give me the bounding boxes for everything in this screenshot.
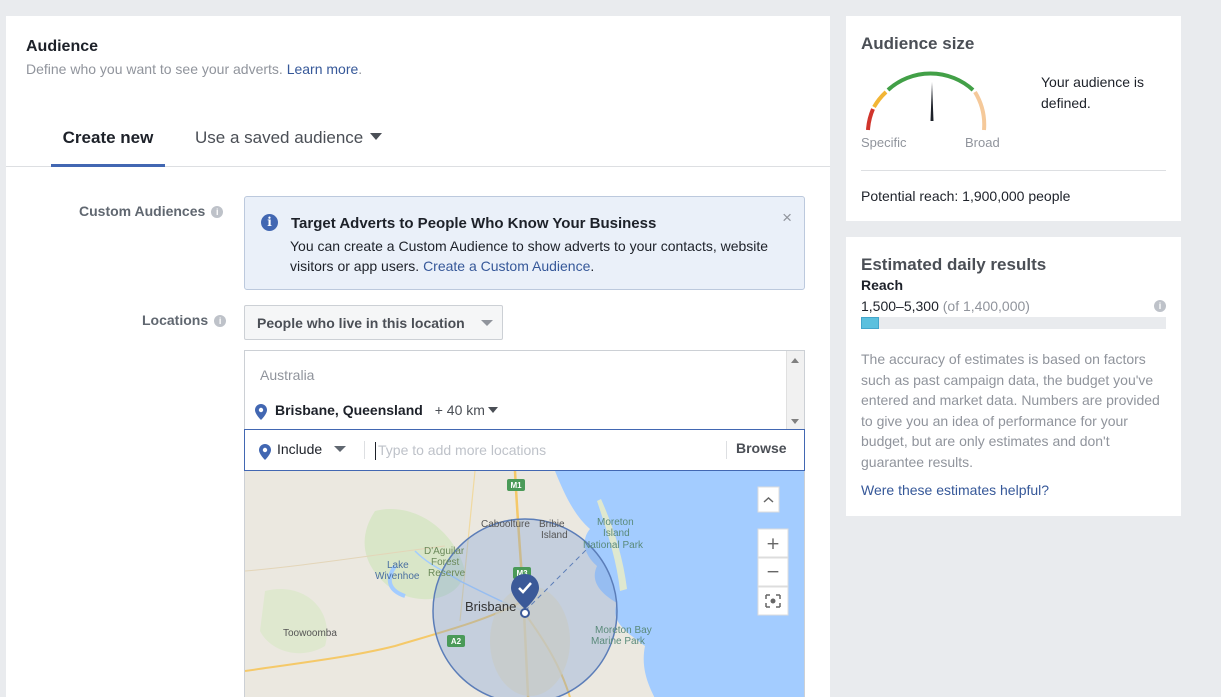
audience-title: Audience (26, 38, 99, 55)
create-custom-audience-link[interactable]: Create a Custom Audience (423, 258, 590, 274)
custom-audiences-label: Custom Audiences i (79, 203, 224, 219)
audience-size-panel: Audience size Specific Broad Your audien… (846, 16, 1181, 221)
reach-progress-track (861, 317, 1166, 329)
map-canvas[interactable]: M1 M3 A2 Caboolture Bribie Island Moreto… (245, 471, 805, 697)
daily-results-panel: Estimated daily results Reach 1,500–5,30… (846, 237, 1181, 516)
reach-range-value: 1,500–5,300 (861, 298, 939, 314)
tab-create-new[interactable]: Create new (51, 128, 165, 167)
map-collapse-button[interactable] (757, 486, 780, 513)
location-type-select[interactable]: People who live in this location (244, 305, 503, 340)
audience-tabs: Create new Use a saved audience (6, 116, 830, 167)
scroll-up-icon[interactable] (791, 358, 799, 363)
map-label-brisbane: Brisbane (465, 599, 516, 614)
custom-audiences-label-text: Custom Audiences (79, 203, 206, 219)
custom-audience-notice: i Target Adverts to People Who Know Your… (244, 196, 805, 290)
chevron-down-icon (487, 407, 498, 413)
reach-label: Reach (861, 277, 904, 293)
info-icon[interactable]: i (211, 206, 224, 218)
info-icon: i (261, 214, 278, 231)
divider (726, 441, 727, 459)
audience-subtitle: Define who you want to see your adverts.… (26, 61, 362, 77)
zoom-out-button[interactable]: − (757, 557, 789, 587)
potential-reach: Potential reach: 1,900,000 people (861, 188, 1071, 204)
include-label: Include (277, 441, 323, 457)
map-label-caboolture: Caboolture (481, 519, 530, 530)
chevron-down-icon (334, 446, 347, 452)
location-pin-icon (255, 404, 267, 420)
reach-total: (of 1,400,000) (942, 298, 1030, 314)
daily-results-title: Estimated daily results (861, 255, 1047, 274)
audience-status: Your audience is defined. (1041, 74, 1145, 111)
map-label-bribie-island: Island (541, 530, 568, 541)
fit-bounds-icon[interactable] (757, 586, 789, 616)
tab-saved-audience-label: Use a saved audience (195, 128, 364, 147)
include-dropdown[interactable]: Include (259, 441, 347, 460)
accuracy-note: The accuracy of estimates is based on fa… (861, 351, 1160, 470)
estimates-helpful-link[interactable]: Were these estimates helpful? (861, 482, 1049, 498)
notice-body: You can create a Custom Audience to show… (290, 236, 770, 276)
gauge-broad-label: Broad (965, 135, 1000, 150)
selected-location-name: Brisbane, Queensland (275, 402, 423, 418)
scroll-down-icon[interactable] (791, 419, 799, 424)
map-label-marine-park: Marine Park (591, 636, 646, 647)
locations-label: Locations i (142, 312, 227, 328)
reach-range: 1,500–5,300 (of 1,400,000) (861, 298, 1030, 314)
reach-progress-fill (861, 317, 879, 329)
zoom-in-label: + (766, 534, 780, 554)
map-label-moreton-island: Island (603, 528, 630, 539)
road-shield-m1-label: M1 (510, 481, 522, 490)
notice-title: Target Adverts to People Who Know Your B… (291, 215, 657, 232)
divider (364, 441, 365, 459)
close-icon[interactable]: × (782, 208, 792, 228)
map-label-wivenhoe: Wivenhoe (375, 571, 420, 582)
tab-saved-audience[interactable]: Use a saved audience (195, 128, 383, 148)
selected-location-item: Brisbane, Queensland + 40 km (255, 402, 498, 420)
location-pin-icon (259, 444, 271, 460)
audience-size-title: Audience size (861, 34, 975, 53)
zoom-in-button[interactable]: + (757, 528, 789, 558)
country-label: Australia (260, 367, 315, 383)
map-label-moreton-np: National Park (583, 540, 644, 551)
scrollbar[interactable] (786, 351, 804, 431)
map-label-bribie: Bribie (539, 519, 565, 530)
gauge-specific-label: Specific (861, 135, 907, 150)
map-label-moreton: Moreton (597, 517, 634, 528)
audience-panel: Audience Define who you want to see your… (6, 16, 830, 697)
zoom-out-label: − (766, 562, 780, 582)
location-map[interactable]: M1 M3 A2 Caboolture Bribie Island Moreto… (244, 471, 805, 697)
location-search-input[interactable] (378, 439, 718, 461)
period: . (590, 258, 595, 274)
chevron-down-icon (370, 133, 383, 140)
text-cursor (375, 442, 376, 460)
location-search-row: Include Browse (244, 429, 805, 471)
map-label-moreton-bay: Moreton Bay (595, 625, 652, 636)
audience-subtitle-text: Define who you want to see your adverts. (26, 61, 283, 77)
map-label-reserve: Reserve (428, 568, 466, 579)
divider (861, 170, 1166, 171)
map-label-toowoomba: Toowoomba (283, 628, 337, 639)
info-icon[interactable]: i (214, 315, 227, 327)
period: . (358, 61, 363, 77)
locations-label-text: Locations (142, 312, 209, 328)
road-shield-a2-label: A2 (451, 637, 462, 646)
gauge-needle (930, 82, 934, 121)
radius-value: + 40 km (434, 402, 485, 418)
info-icon[interactable]: i (1154, 300, 1166, 312)
browse-button[interactable]: Browse (736, 440, 787, 456)
map-label-forest: Forest (431, 557, 460, 568)
learn-more-link[interactable]: Learn more (287, 61, 359, 77)
map-label-daguilar: D'Aguilar (424, 546, 465, 557)
radius-dropdown[interactable]: + 40 km (435, 402, 498, 418)
map-label-lake: Lake (387, 560, 409, 571)
location-type-value: People who live in this location (257, 315, 465, 331)
selected-locations-list: Australia Brisbane, Queensland + 40 km (244, 350, 805, 431)
chevron-down-icon (481, 320, 493, 326)
